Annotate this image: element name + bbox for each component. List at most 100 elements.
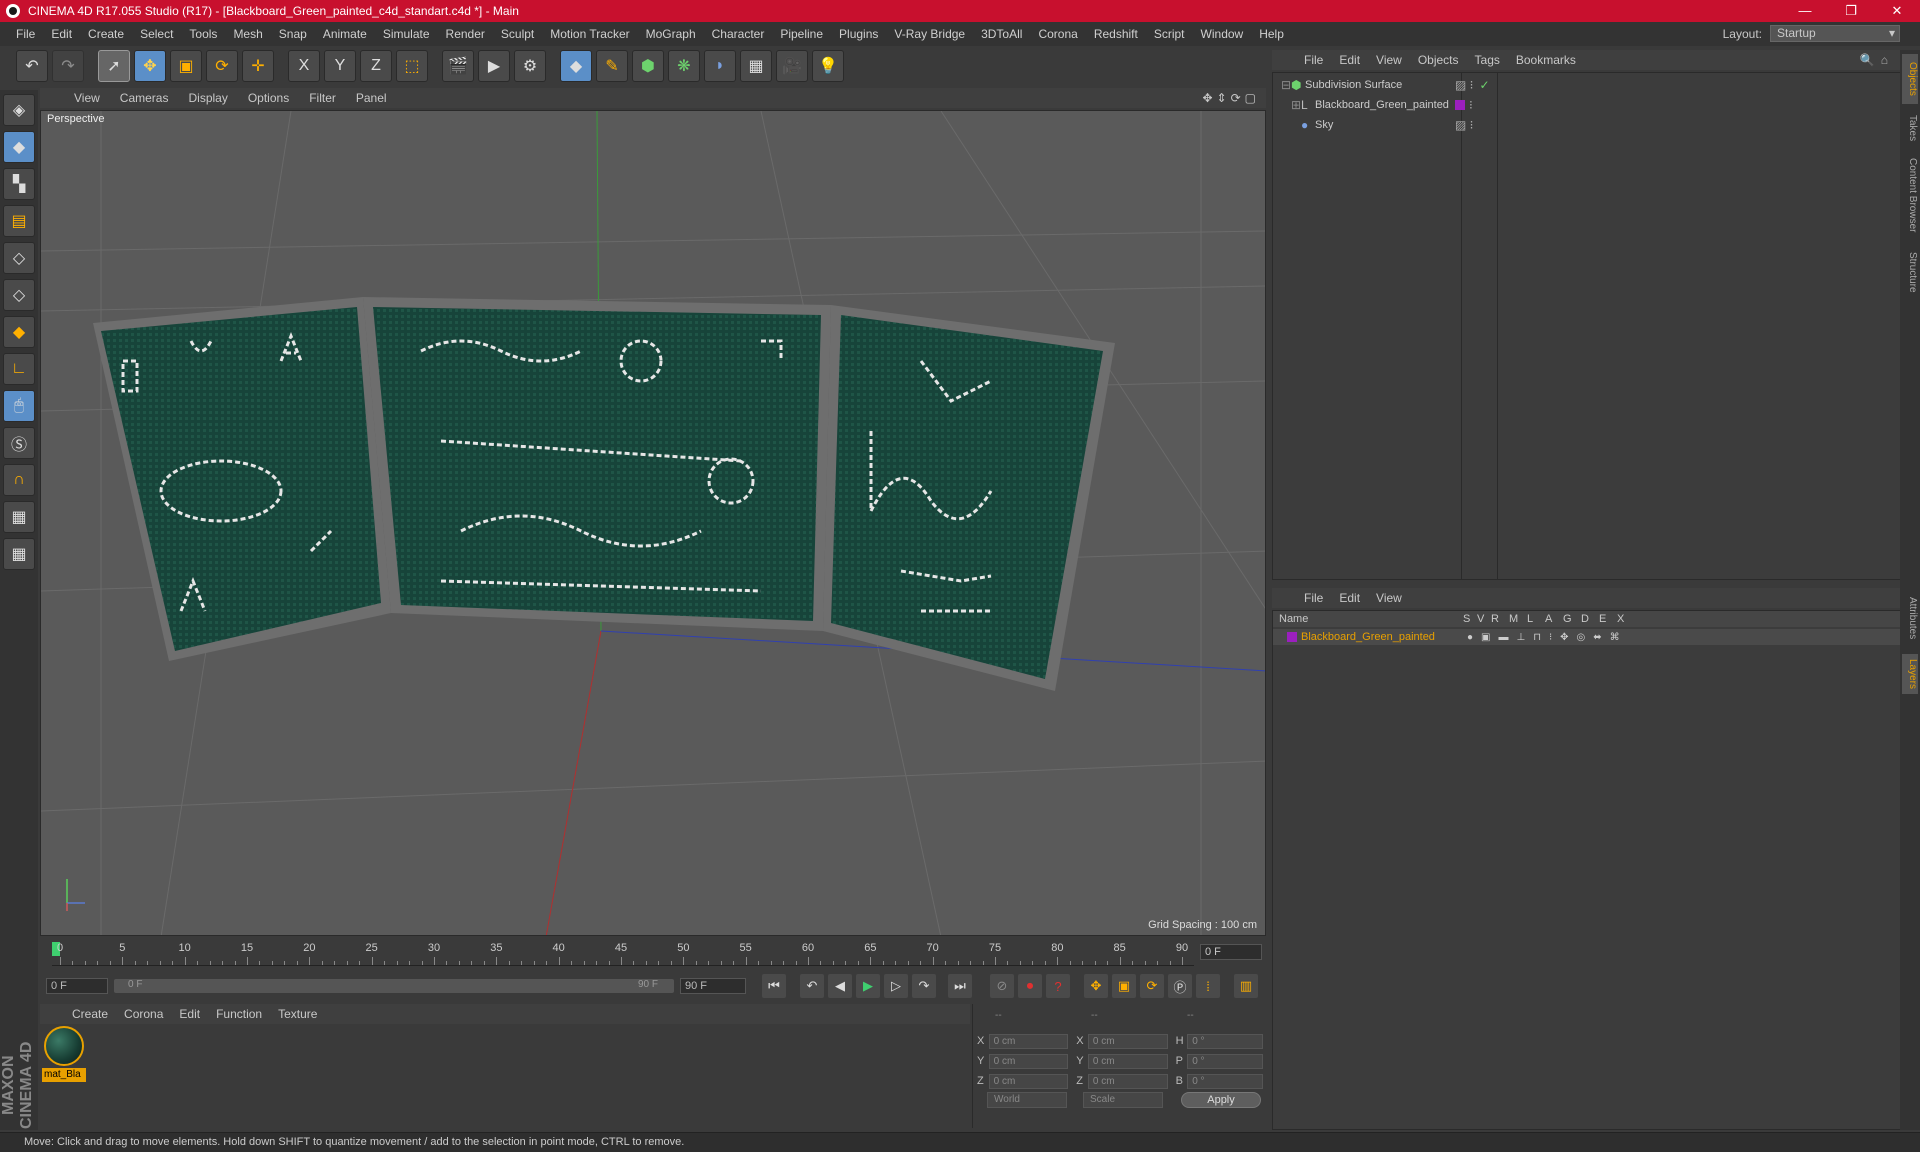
layer-row[interactable]: Blackboard_Green_painted ●▣▬⊥⊓⁝✥◎⬌⌘ bbox=[1273, 629, 1901, 645]
redo-icon[interactable]: ↷ bbox=[52, 50, 84, 82]
menu-animate[interactable]: Animate bbox=[315, 27, 375, 41]
snap-magnet-icon[interactable]: ∩ bbox=[3, 464, 35, 496]
position-z-field[interactable]: 0 cm bbox=[988, 1073, 1069, 1089]
layers-menu-edit[interactable]: Edit bbox=[1331, 591, 1368, 605]
rotation-p-field[interactable]: 0 ° bbox=[1187, 1053, 1263, 1069]
coord-system-dropdown[interactable]: World bbox=[987, 1092, 1067, 1108]
polygons-mode-icon[interactable]: ◆ bbox=[3, 316, 35, 348]
size-y-field[interactable]: 0 cm bbox=[1087, 1053, 1168, 1069]
y-axis-icon[interactable]: Y bbox=[324, 50, 356, 82]
viewport-menu-panel[interactable]: Panel bbox=[346, 91, 397, 105]
key-rotation-icon[interactable]: ⟳ bbox=[1140, 974, 1164, 998]
model-mode-icon[interactable]: ◆ bbox=[3, 131, 35, 163]
previous-frame-icon[interactable]: ◀ bbox=[828, 974, 852, 998]
menu-3dtoall[interactable]: 3DToAll bbox=[973, 27, 1030, 41]
grid-snap-icon[interactable]: ▦ bbox=[3, 538, 35, 570]
3d-viewport[interactable]: Perspective Grid Spacing : 100 cm bbox=[40, 110, 1266, 936]
position-x-field[interactable]: 0 cm bbox=[988, 1033, 1069, 1049]
tab-layers[interactable]: Layers bbox=[1902, 654, 1918, 694]
rotation-b-field[interactable]: 0 ° bbox=[1187, 1073, 1263, 1089]
axis-mode-icon[interactable]: ∟ bbox=[3, 353, 35, 385]
go-to-end-icon[interactable]: ⏭ bbox=[948, 974, 972, 998]
coord-system-icon[interactable]: ⬚ bbox=[396, 50, 428, 82]
apply-button[interactable]: Apply bbox=[1181, 1092, 1261, 1108]
layer-color-swatch[interactable] bbox=[1287, 632, 1297, 642]
object-name[interactable]: Sky bbox=[1315, 119, 1455, 131]
position-y-field[interactable]: 0 cm bbox=[988, 1053, 1069, 1069]
lock-workplane-icon[interactable]: ▦ bbox=[3, 501, 35, 533]
material-menu-edit[interactable]: Edit bbox=[171, 1007, 208, 1021]
material-menu-corona[interactable]: Corona bbox=[116, 1007, 171, 1021]
key-position-icon[interactable]: ✥ bbox=[1084, 974, 1108, 998]
menu-plugins[interactable]: Plugins bbox=[831, 27, 886, 41]
material-label[interactable]: mat_Bla bbox=[42, 1068, 86, 1082]
keyframe-selection-icon[interactable]: ? bbox=[1046, 974, 1070, 998]
texture-mode-icon[interactable]: ▚ bbox=[3, 168, 35, 200]
render-settings-icon[interactable]: ⚙ bbox=[514, 50, 546, 82]
subdivision-icon[interactable]: ⬢ bbox=[632, 50, 664, 82]
scale-icon[interactable]: ▣ bbox=[170, 50, 202, 82]
menu-character[interactable]: Character bbox=[704, 27, 773, 41]
go-to-start-icon[interactable]: ⏮ bbox=[762, 974, 786, 998]
material-menu-create[interactable]: Create bbox=[64, 1007, 116, 1021]
objects-menu-file[interactable]: File bbox=[1296, 53, 1331, 67]
undo-icon[interactable]: ↶ bbox=[16, 50, 48, 82]
rotate-icon[interactable]: ⟳ bbox=[206, 50, 238, 82]
points-mode-icon[interactable]: ◇ bbox=[3, 242, 35, 274]
viewport-menu-cameras[interactable]: Cameras bbox=[110, 91, 179, 105]
menu-help[interactable]: Help bbox=[1251, 27, 1292, 41]
render-picture-icon[interactable]: ▶ bbox=[478, 50, 510, 82]
next-frame-icon[interactable]: ▷ bbox=[884, 974, 908, 998]
maximize-button[interactable]: ❐ bbox=[1828, 3, 1874, 19]
select-icon[interactable]: ➚ bbox=[98, 50, 130, 82]
menu-sculpt[interactable]: Sculpt bbox=[493, 27, 542, 41]
floor-icon[interactable]: ▦ bbox=[740, 50, 772, 82]
layer-toggle-icons[interactable]: ●▣▬⊥⊓⁝✥◎⬌⌘ bbox=[1467, 632, 1628, 643]
object-row[interactable]: ● Sky ▨ ⁝ bbox=[1273, 115, 1901, 135]
layers-menu-file[interactable]: File bbox=[1296, 591, 1331, 605]
menu-edit[interactable]: Edit bbox=[43, 27, 80, 41]
move-icon[interactable]: ✥ bbox=[134, 50, 166, 82]
cube-icon[interactable]: ◆ bbox=[560, 50, 592, 82]
layer-color-swatch[interactable] bbox=[1455, 100, 1465, 110]
menu-render[interactable]: Render bbox=[438, 27, 493, 41]
menu-redshift[interactable]: Redshift bbox=[1086, 27, 1146, 41]
size-x-field[interactable]: 0 cm bbox=[1087, 1033, 1168, 1049]
key-pla-icon[interactable]: ⁞ bbox=[1196, 974, 1220, 998]
material-menu-function[interactable]: Function bbox=[208, 1007, 270, 1021]
menu-simulate[interactable]: Simulate bbox=[375, 27, 438, 41]
menu-corona[interactable]: Corona bbox=[1030, 27, 1085, 41]
menu-pipeline[interactable]: Pipeline bbox=[772, 27, 831, 41]
viewport-nav-icons[interactable]: ✥⇕⟳▢ bbox=[1202, 91, 1266, 105]
object-row[interactable]: ⊞ L Blackboard_Green_painted ⁝ bbox=[1273, 95, 1901, 115]
object-visibility-icons[interactable]: ⁝ bbox=[1469, 98, 1473, 112]
camera-icon[interactable]: 🎥 bbox=[776, 50, 808, 82]
timeline-window-icon[interactable]: ▥ bbox=[1234, 974, 1258, 998]
menu-snap[interactable]: Snap bbox=[271, 27, 315, 41]
pen-icon[interactable]: ✎ bbox=[596, 50, 628, 82]
objects-menu-edit[interactable]: Edit bbox=[1331, 53, 1368, 67]
solo-icon[interactable]: Ⓢ bbox=[3, 427, 35, 459]
objects-menu-objects[interactable]: Objects bbox=[1410, 53, 1467, 67]
tab-structure[interactable]: Structure bbox=[1902, 244, 1918, 300]
close-button[interactable]: ✕ bbox=[1874, 3, 1920, 19]
objects-search-icons[interactable]: 🔍⌂ bbox=[1860, 53, 1902, 67]
timeline-ruler[interactable]: 0 5 10 15 20 25 30 35 40 45 50 55 60 65 70 75 80 85 90 bbox=[52, 940, 1194, 966]
viewport-menu-display[interactable]: Display bbox=[178, 91, 237, 105]
record-keys-icon[interactable]: ⊘ bbox=[990, 974, 1014, 998]
cloner-icon[interactable]: ❋ bbox=[668, 50, 700, 82]
menu-tools[interactable]: Tools bbox=[181, 27, 225, 41]
size-z-field[interactable]: 0 cm bbox=[1087, 1073, 1168, 1089]
previous-key-icon[interactable]: ↶ bbox=[800, 974, 824, 998]
minimize-button[interactable]: — bbox=[1782, 3, 1828, 19]
autokey-icon[interactable]: ⏺ bbox=[1018, 974, 1042, 998]
edges-mode-icon[interactable]: ◇ bbox=[3, 279, 35, 311]
timeline[interactable]: 0 5 10 15 20 25 30 35 40 45 50 55 60 65 70 75 80 85 90 0 F bbox=[40, 938, 1266, 970]
make-editable-icon[interactable]: ◈ bbox=[3, 94, 35, 126]
menu-select[interactable]: Select bbox=[132, 27, 181, 41]
enabled-check-icon[interactable]: ✓ bbox=[1480, 78, 1490, 92]
rotation-h-field[interactable]: 0 ° bbox=[1187, 1033, 1263, 1049]
key-parameter-icon[interactable]: Ⓟ bbox=[1168, 974, 1192, 998]
menu-mograph[interactable]: MoGraph bbox=[638, 27, 704, 41]
current-frame-field[interactable]: 0 F bbox=[1200, 944, 1262, 960]
